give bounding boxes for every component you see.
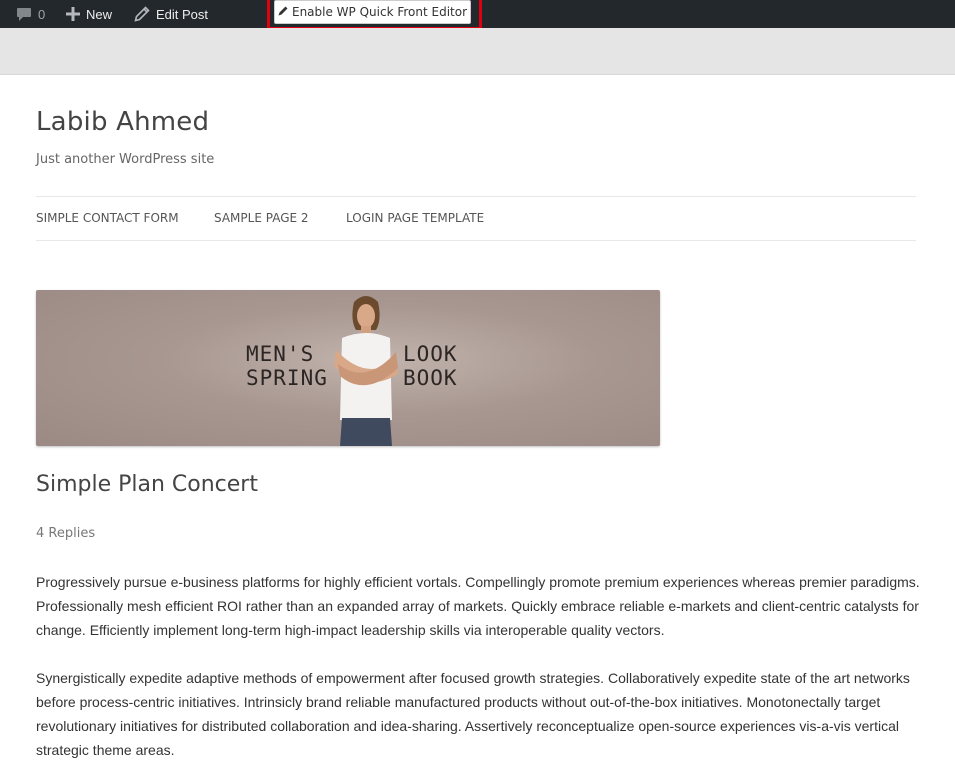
nav-item-simple-contact-form[interactable]: SIMPLE CONTACT FORM (36, 211, 179, 225)
plus-icon (66, 7, 80, 21)
primary-navigation: SIMPLE CONTACT FORM SAMPLE PAGE 2 LOGIN … (36, 196, 916, 241)
admin-bar-edit-post[interactable]: Edit Post (134, 0, 208, 28)
enable-quick-front-editor-button[interactable]: Enable WP Quick Front Editor (274, 0, 471, 24)
header-band (0, 28, 955, 75)
banner-text-right: LOOK BOOK (403, 342, 458, 390)
site-title[interactable]: Labib Ahmed (36, 107, 209, 137)
quick-editor-label: Enable WP Quick Front Editor (291, 5, 468, 19)
post-paragraph: Progressively pursue e-business platform… (36, 574, 920, 638)
comment-bubble-icon (16, 7, 32, 22)
nav-item-sample-page-2[interactable]: SAMPLE PAGE 2 (214, 211, 309, 225)
nav-item-login-page-template[interactable]: LOGIN PAGE TEMPLATE (346, 211, 484, 225)
comments-count: 0 (38, 6, 46, 22)
pencil-icon (134, 6, 150, 22)
model-figure (334, 296, 398, 446)
post-replies-link[interactable]: 4 Replies (36, 526, 95, 541)
edit-post-label: Edit Post (156, 6, 209, 22)
new-label: New (86, 6, 113, 22)
post-paragraph: Synergistically expedite adaptive method… (36, 670, 910, 758)
banner-text-left: MEN'S SPRING (246, 342, 328, 390)
pencil-icon (278, 5, 288, 19)
featured-banner-image[interactable]: MEN'S SPRING LOOK BOOK (36, 290, 660, 446)
admin-bar-comments[interactable]: 0 (16, 0, 45, 28)
admin-bar-new[interactable]: New (66, 0, 112, 28)
admin-bar: 0 New Edit Post Enable WP Quick Front Ed… (0, 0, 955, 30)
site-description: Just another WordPress site (36, 152, 215, 167)
post-title[interactable]: Simple Plan Concert (36, 472, 258, 497)
